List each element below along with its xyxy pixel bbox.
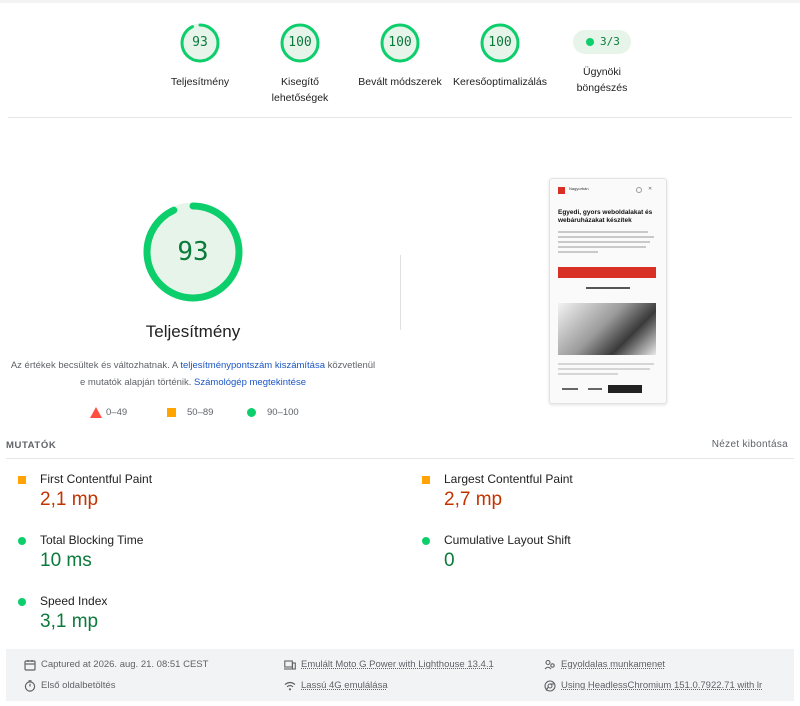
metric-lcp: Largest Contentful Paint 2,7 mp [422, 472, 762, 518]
average-square-icon [18, 476, 26, 484]
legend-label: 90–100 [267, 407, 299, 418]
page-load-text: Első oldalbetöltés [41, 680, 116, 691]
top-border [0, 0, 800, 3]
metric-name: Speed Index [40, 594, 108, 608]
device-text: Emulált Moto G Power with Lighthouse 13.… [301, 659, 494, 670]
wifi-icon [284, 681, 296, 691]
fail-triangle-icon [90, 407, 102, 418]
session-text: Egyoldalas munkamenet [561, 659, 666, 670]
runtime-settings-footer: Captured at 2026. aug. 21. 08:51 CEST El… [6, 649, 794, 701]
thumb-text-line [558, 241, 650, 243]
captured-text: Captured at 2026. aug. 21. 08:51 CEST [41, 659, 209, 670]
legend-label: 50–89 [187, 407, 214, 418]
performance-description: Az értékek becsültek és változhatnak. A … [10, 357, 376, 391]
gauge-label: Kisegítő lehetőségek [271, 76, 329, 104]
gauge-ring: 100 [379, 22, 421, 64]
thumb-footer-link [562, 388, 578, 390]
pass-circle-icon [247, 408, 256, 417]
thumb-footer-link [588, 388, 602, 390]
gauge-score: 100 [388, 35, 412, 50]
thumb-secondary-link [586, 287, 630, 289]
performance-score: 93 [177, 237, 209, 267]
average-square-icon [422, 476, 430, 484]
metric-name: Total Blocking Time [40, 533, 144, 547]
thumb-brand: Nagyorbán [569, 186, 589, 191]
gauge-ring: 100 [279, 22, 321, 64]
gauge-label: Ügynöki böngészés [576, 66, 628, 94]
pass-dot-icon [586, 38, 594, 46]
header-divider [8, 117, 792, 118]
metric-value: 0 [444, 550, 455, 571]
thumb-text-line [558, 251, 598, 253]
thumb-text-line [558, 236, 654, 238]
pass-circle-icon [18, 598, 26, 606]
thumb-text-line [558, 363, 654, 365]
thumb-text-line [558, 246, 646, 248]
metric-value: 3,1 mp [40, 611, 99, 632]
gauge-ring: 100 [479, 22, 521, 64]
search-icon [636, 187, 642, 193]
calendar-icon [24, 660, 36, 671]
gauge-ring: 93 [179, 22, 221, 64]
metric-name: First Contentful Paint [40, 472, 153, 486]
metric-fcp: First Contentful Paint 2,1 mp [18, 472, 358, 518]
thumb-footer-button [608, 385, 642, 393]
page-screenshot-thumbnail[interactable]: Nagyorbán ✕ Egyedi, gyors weboldalakat é… [549, 178, 667, 404]
average-square-icon [167, 408, 176, 417]
thumb-headline: Egyedi, gyors weboldalakat és webáruháza… [558, 209, 653, 224]
gauge-agentic-browsing[interactable]: 3/3 Ügynöki böngészés [542, 22, 662, 96]
close-icon: ✕ [648, 186, 653, 192]
desc-text: Az értékek becsültek és változhatnak. A [10, 360, 181, 371]
thumb-cta-button [558, 267, 656, 278]
gauge-score: 100 [488, 35, 512, 50]
metric-value: 2,7 mp [444, 489, 503, 510]
metric-name: Cumulative Layout Shift [444, 533, 571, 547]
devices-icon [284, 660, 296, 670]
metric-name: Largest Contentful Paint [444, 472, 573, 486]
metric-speed-index: Speed Index 3,1 mp [18, 594, 358, 640]
metric-value: 10 ms [40, 550, 92, 571]
calculator-link[interactable]: Számológép megtekintése [194, 377, 306, 388]
thumb-text-line [558, 231, 648, 233]
metric-value: 2,1 mp [40, 489, 99, 510]
timer-icon [24, 680, 36, 692]
metric-cls: Cumulative Layout Shift 0 [422, 533, 762, 579]
gauge-score: 93 [192, 35, 208, 50]
gauge-score: 100 [288, 35, 312, 50]
people-icon [544, 659, 555, 670]
metric-tbt: Total Blocking Time 10 ms [18, 533, 358, 579]
network-text: Lassú 4G emulálása [301, 680, 388, 691]
pass-circle-icon [422, 537, 430, 545]
metrics-section-title: MUTATÓK [6, 440, 57, 451]
agentic-value: 3/3 [600, 35, 620, 48]
pass-circle-icon [18, 537, 26, 545]
agentic-pill: 3/3 [573, 30, 631, 54]
metrics-divider [6, 458, 794, 459]
performance-title: Teljesítmény [145, 322, 241, 341]
chrome-icon [544, 680, 556, 692]
site-logo-icon [558, 187, 565, 194]
score-calculation-link[interactable]: teljesítménypontszám kiszámítása [180, 360, 325, 371]
vertical-separator [400, 255, 401, 330]
thumb-text-line [558, 368, 650, 370]
thumb-hero-image [558, 303, 656, 355]
legend-label: 0–49 [106, 407, 128, 418]
thumb-text-line [558, 373, 618, 375]
expand-view-toggle[interactable]: Nézet kibontása [712, 439, 788, 450]
browser-text: Using HeadlessChromium 151.0.7922.71 wit… [561, 680, 763, 691]
performance-gauge: 93 [142, 201, 244, 303]
